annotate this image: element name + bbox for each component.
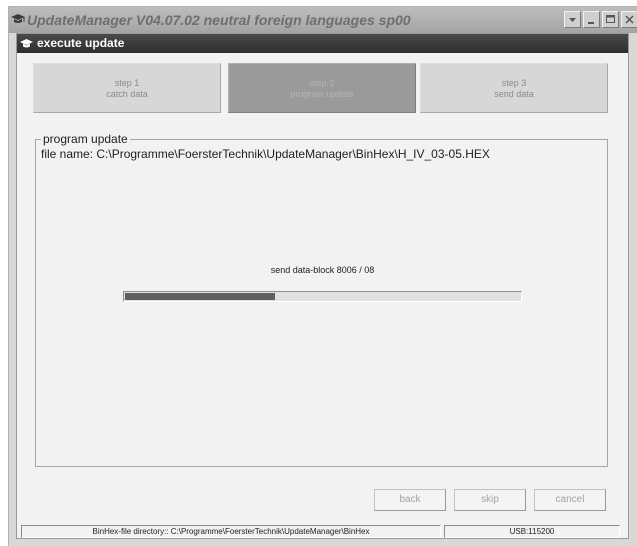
step-1-label: catch data: [106, 89, 148, 99]
back-button[interactable]: back: [374, 489, 446, 511]
close-button[interactable]: [621, 11, 637, 28]
step-3-label: send data: [494, 89, 534, 99]
dialog-title: execute update: [37, 36, 125, 50]
outer-titlebar[interactable]: UpdateManager V04.07.02 neutral foreign …: [9, 7, 637, 33]
window-menu-button[interactable]: [564, 11, 581, 28]
dialog-titlebar[interactable]: execute update: [17, 34, 628, 53]
step-1-number: step 1: [114, 78, 140, 88]
progress-bar: [123, 291, 522, 302]
progress-bar-fill: [125, 293, 275, 300]
step-3-button[interactable]: step 3 send data: [420, 63, 608, 113]
group-legend: program update: [41, 131, 130, 147]
step-1-button[interactable]: step 1 catch data: [33, 63, 221, 113]
maximize-button[interactable]: [602, 11, 619, 28]
execute-update-dialog: execute update step 1 catch data step 2 …: [16, 33, 629, 539]
step-3-number: step 3: [501, 78, 527, 88]
status-directory: BinHex-file directory:: C:\Programme\Foe…: [21, 525, 441, 538]
progress-status-text: send data-block 8006 / 08: [270, 265, 375, 275]
status-port: USB:115200: [444, 525, 620, 538]
file-name-label: file name: C:\Programme\FoersterTechnik\…: [41, 147, 490, 161]
step-2-label: program update: [290, 89, 354, 99]
outer-window-title: UpdateManager V04.07.02 neutral foreign …: [27, 12, 411, 28]
close-icon: [625, 15, 634, 24]
graduation-cap-icon: [20, 39, 33, 48]
maximize-icon: [606, 15, 615, 23]
minimize-icon: [588, 22, 594, 24]
chevron-down-icon: [569, 18, 576, 22]
dialog-body: step 1 catch data step 2 program update …: [17, 53, 628, 538]
step-2-button[interactable]: step 2 program update: [228, 63, 416, 113]
program-update-group: program update file name: C:\Programme\F…: [35, 131, 608, 467]
status-bar: BinHex-file directory:: C:\Programme\Foe…: [17, 525, 628, 538]
cancel-button[interactable]: cancel: [534, 489, 606, 511]
graduation-cap-icon: [11, 14, 25, 23]
skip-button[interactable]: skip: [454, 489, 526, 511]
minimize-button[interactable]: [583, 11, 600, 28]
step-2-number: step 2: [309, 78, 335, 88]
screen: UpdateManager V04.07.02 neutral foreign …: [0, 0, 637, 546]
window-controls: [564, 11, 637, 28]
